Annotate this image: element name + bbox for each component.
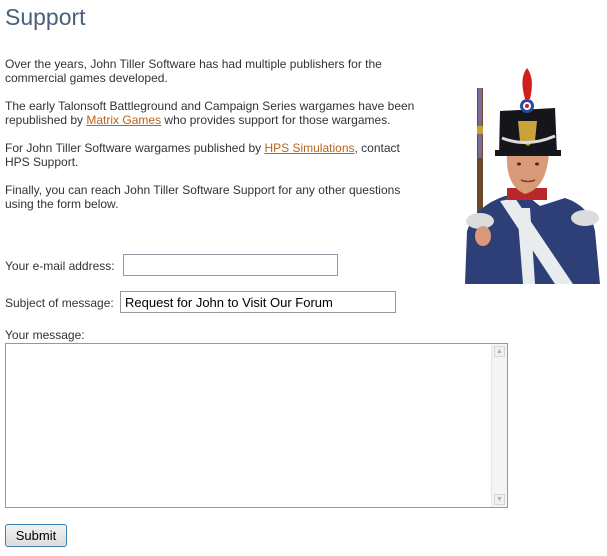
message-label: Your message: — [5, 328, 85, 342]
subject-label: Subject of message: — [5, 296, 114, 310]
intro-paragraph-matrix: The early Talonsoft Battleground and Cam… — [5, 99, 425, 127]
matrix-games-link[interactable]: Matrix Games — [86, 113, 161, 127]
intro-paragraph-form: Finally, you can reach John Tiller Softw… — [5, 183, 401, 211]
intro-paragraph-hps: For John Tiller Software wargames publis… — [5, 141, 425, 169]
subject-input[interactable] — [120, 291, 396, 313]
scroll-up-icon[interactable]: ▲ — [494, 346, 505, 357]
hps-simulations-link[interactable]: HPS Simulations — [264, 141, 354, 155]
submit-button[interactable]: Submit — [5, 524, 67, 547]
email-label: Your e-mail address: — [5, 259, 115, 273]
scroll-down-icon[interactable]: ▼ — [494, 494, 505, 505]
page-title: Support — [5, 4, 86, 30]
email-input[interactable] — [123, 254, 338, 276]
paragraph-text: For John Tiller Software wargames publis… — [5, 141, 265, 155]
message-scrollbar[interactable]: ▲ ▼ — [491, 344, 507, 507]
intro-paragraph-publishers: Over the years, John Tiller Software has… — [5, 57, 382, 85]
message-textarea[interactable]: ▲ ▼ — [5, 343, 508, 508]
soldier-illustration — [465, 68, 600, 284]
paragraph-text: who provides support for those wargames. — [161, 113, 391, 127]
